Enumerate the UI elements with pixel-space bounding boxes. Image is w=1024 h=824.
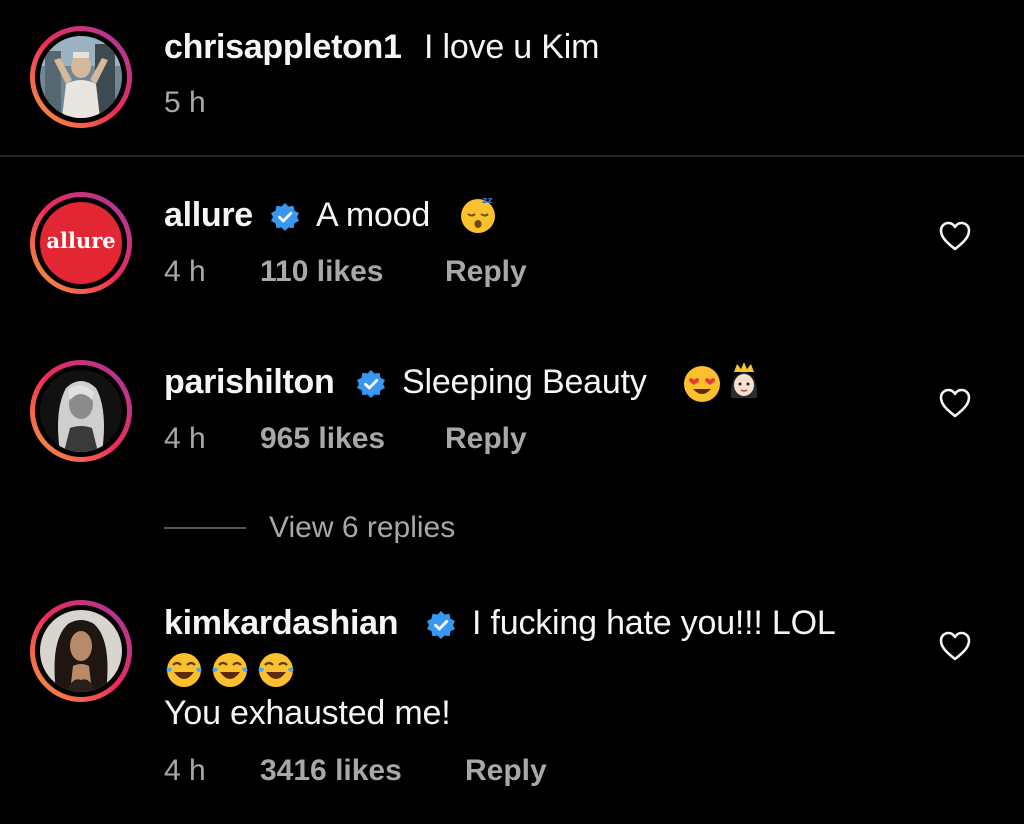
tears-of-joy-emoji (212, 653, 248, 687)
like-heart-icon[interactable] (938, 220, 972, 252)
tears-of-joy-emoji (258, 653, 294, 687)
allure-logo-text: allure (46, 228, 116, 253)
likes-count[interactable]: 965 likes (260, 422, 385, 456)
comment-text-line2: You exhausted me! (164, 694, 451, 732)
comment-time: 4 h (164, 255, 206, 288)
like-heart-icon[interactable] (938, 630, 972, 662)
avatar-photo (40, 370, 122, 452)
reply-button[interactable]: Reply (445, 255, 527, 289)
avatar-chrisappleton1[interactable] (30, 26, 132, 128)
likes-count[interactable]: 110 likes (260, 255, 383, 289)
avatar-photo (40, 36, 122, 118)
comment-time: 4 h (164, 754, 206, 787)
comment-username[interactable]: parishilton (164, 363, 335, 402)
verified-badge-icon (427, 611, 455, 639)
avatar-parishilton[interactable] (30, 360, 132, 462)
view-replies-button[interactable]: View 6 replies (269, 511, 455, 545)
tears-of-joy-emoji (166, 653, 202, 687)
avatar-photo (40, 610, 122, 692)
likes-count[interactable]: 3416 likes (260, 754, 402, 788)
comment-username[interactable]: allure (164, 196, 253, 235)
comment-text: Sleeping Beauty (402, 363, 647, 401)
comment-text: A mood (316, 196, 431, 234)
avatar-photo: allure (40, 202, 122, 284)
reply-button[interactable]: Reply (445, 422, 527, 456)
like-heart-icon[interactable] (938, 387, 972, 419)
avatar-allure[interactable]: allure (30, 192, 132, 294)
replies-line (164, 527, 246, 529)
heart-eyes-emoji (684, 366, 720, 402)
sleeping-face-emoji: zz (461, 196, 495, 233)
comment-text: I love u Kim (424, 28, 600, 66)
verified-badge-icon (357, 370, 385, 398)
comment-username[interactable]: kimkardashian (164, 604, 399, 643)
reply-button[interactable]: Reply (465, 754, 547, 788)
comment-text: I fucking hate you!!! LOL (472, 604, 836, 642)
comment-time: 5 h (164, 86, 206, 119)
princess-emoji (730, 362, 758, 398)
svg-text:zz: zz (482, 196, 492, 206)
comment-username[interactable]: chrisappleton1 (164, 28, 402, 67)
comment-time: 4 h (164, 422, 206, 455)
divider (0, 155, 1024, 157)
avatar-kimkardashian[interactable] (30, 600, 132, 702)
verified-badge-icon (271, 203, 299, 231)
